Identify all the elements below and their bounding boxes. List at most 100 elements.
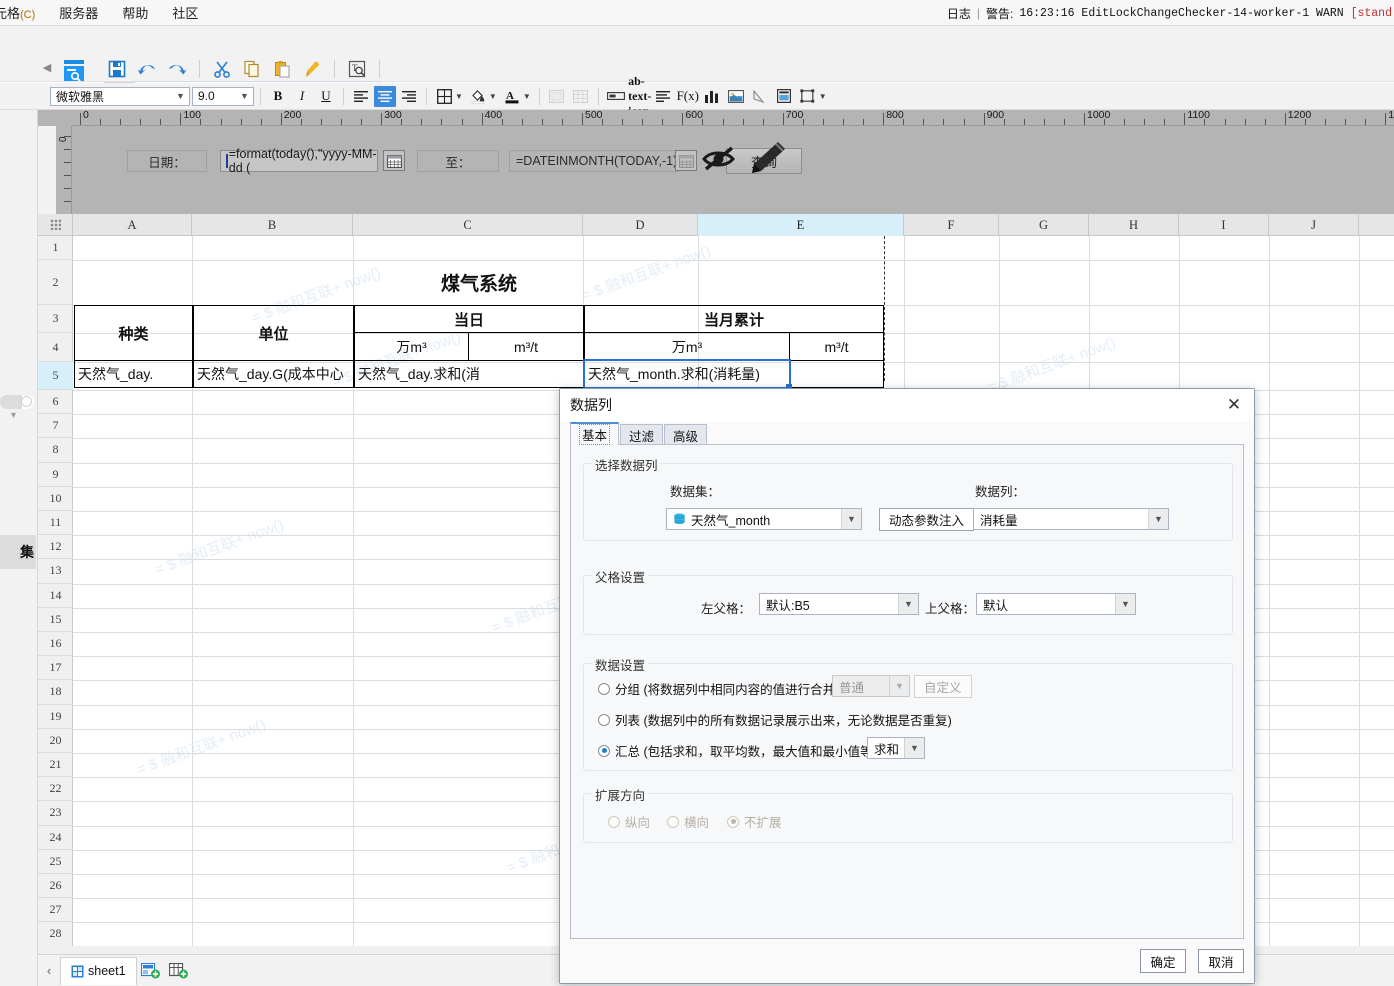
ok-button[interactable]: 确定: [1140, 949, 1186, 973]
menu-item-community[interactable]: 社区: [160, 1, 210, 24]
sidebar-item-dataset[interactable]: 集: [0, 535, 36, 569]
cell-c5[interactable]: 天然气_day.求和(消: [354, 360, 584, 388]
column-header-e[interactable]: E: [698, 214, 904, 236]
menu-item-help[interactable]: 帮助: [110, 1, 160, 24]
widget-button[interactable]: [797, 86, 819, 107]
chevron-down-icon-2[interactable]: ▼: [236, 88, 253, 105]
add-sheet-icon[interactable]: [137, 956, 165, 986]
row-header-17[interactable]: 17: [38, 656, 73, 681]
row-header-3[interactable]: 3: [38, 305, 73, 333]
left-parent-select[interactable]: 默认:B5 ▼: [759, 593, 919, 615]
chevron-down-icon[interactable]: ▼: [172, 88, 189, 105]
cell-d4-unit[interactable]: m³/t: [468, 332, 584, 361]
row-header-20[interactable]: 20: [38, 729, 73, 753]
column-header-c[interactable]: C: [353, 214, 583, 236]
cell-e4-unit[interactable]: 万m³: [584, 332, 790, 361]
sheet-tab-sheet1[interactable]: sheet1: [60, 956, 137, 985]
radio-list-option[interactable]: 列表 (数据列中的所有数据记录展示出来，无论数据是否重复): [598, 710, 952, 729]
dynamic-param-inject-button[interactable]: 动态参数注入: [879, 508, 975, 531]
line-button[interactable]: [749, 86, 771, 107]
calendar-icon[interactable]: [383, 150, 405, 171]
formula-button[interactable]: F(x): [677, 86, 699, 107]
row-header-9[interactable]: 9: [38, 463, 73, 487]
row-header-28[interactable]: 28: [38, 922, 73, 947]
tab-advanced[interactable]: 高级: [664, 424, 708, 445]
align-left-button[interactable]: [350, 86, 372, 107]
data-column-select[interactable]: 消耗量 ▼: [973, 508, 1169, 530]
cut-icon[interactable]: [209, 56, 235, 82]
row-header-4[interactable]: 4: [38, 333, 73, 362]
row-header-15[interactable]: 15: [38, 608, 73, 632]
dataset-chevron-icon[interactable]: ▼: [841, 509, 861, 529]
column-header-i[interactable]: I: [1179, 214, 1269, 236]
up-parent-select[interactable]: 默认 ▼: [976, 593, 1136, 615]
row-header-19[interactable]: 19: [38, 705, 73, 729]
add-report-icon[interactable]: [165, 956, 193, 986]
row-header-11[interactable]: 11: [38, 511, 73, 536]
tab-filter[interactable]: 过滤: [620, 424, 664, 445]
font-color-dropdown-icon[interactable]: ▼: [523, 92, 531, 101]
date-value-input[interactable]: =format(today(),"yyyy-MM-dd (: [220, 147, 378, 175]
borders-button[interactable]: [433, 86, 455, 107]
font-color-button[interactable]: A: [501, 86, 523, 107]
panel-toggle-slider[interactable]: [0, 395, 34, 409]
row-header-26[interactable]: 26: [38, 874, 73, 899]
cell-c3-today[interactable]: 当日: [354, 305, 584, 333]
row-header-10[interactable]: 10: [38, 487, 73, 511]
end-date-input[interactable]: =DATEINMONTH(TODAY,-1): [509, 150, 679, 172]
cell-a5[interactable]: 天然气_day.: [74, 360, 193, 388]
fill-color-button[interactable]: [467, 86, 489, 107]
dialog-title-bar[interactable]: 数据列 ✕: [560, 389, 1254, 421]
column-header-j[interactable]: J: [1269, 214, 1359, 236]
summary-function-chevron-icon[interactable]: ▼: [904, 738, 924, 758]
ab-text-button[interactable]: ab-text-icon: [628, 74, 651, 118]
column-header-g[interactable]: G: [999, 214, 1089, 236]
radio-group-option[interactable]: 分组 (将数据列中相同内容的值进行合并): [598, 679, 839, 698]
image-button[interactable]: [725, 86, 747, 107]
calendar-icon-2[interactable]: [675, 150, 697, 171]
cell-title[interactable]: 煤气系统: [74, 260, 884, 304]
bold-button[interactable]: B: [267, 86, 289, 107]
row-header-5[interactable]: 5: [38, 362, 73, 390]
panel-toggle-knob[interactable]: [21, 396, 32, 407]
format-painter-icon[interactable]: [299, 56, 325, 82]
paste-icon[interactable]: [269, 56, 295, 82]
row-header-6[interactable]: 6: [38, 390, 73, 415]
left-parent-chevron-icon[interactable]: ▼: [898, 594, 918, 614]
column-header-b[interactable]: B: [192, 214, 353, 236]
align-center-button[interactable]: [374, 85, 396, 107]
radio-list-icon[interactable]: [598, 713, 610, 726]
row-header-14[interactable]: 14: [38, 584, 73, 608]
redo-icon[interactable]: [164, 56, 190, 82]
row-header-18[interactable]: 18: [38, 680, 73, 705]
align-right-button[interactable]: [398, 86, 420, 107]
fill-color-dropdown-icon[interactable]: ▼: [489, 92, 497, 101]
row-header-23[interactable]: 23: [38, 801, 73, 826]
merge-cells-button[interactable]: [546, 86, 568, 107]
row-header-21[interactable]: 21: [38, 753, 73, 778]
split-cells-button[interactable]: [570, 86, 592, 107]
cell-selection-indicator[interactable]: [583, 359, 792, 390]
column-header-k[interactable]: K: [1359, 214, 1394, 236]
close-icon[interactable]: ✕: [1224, 395, 1244, 415]
collapse-ribbon-icon[interactable]: ◀: [42, 60, 52, 76]
tab-basic[interactable]: 基本: [570, 422, 620, 445]
column-header-f[interactable]: F: [904, 214, 999, 236]
row-header-24[interactable]: 24: [38, 826, 73, 850]
row-header-16[interactable]: 16: [38, 632, 73, 657]
cell-b5[interactable]: 天然气_day.G(成本中心: [193, 360, 354, 388]
cell-f5[interactable]: [789, 360, 884, 388]
data-column-dialog[interactable]: 数据列 ✕ 基本 过滤 高级 选择数据列 数据集： 数据列： 天然气_month…: [559, 388, 1255, 984]
report-block-button[interactable]: [773, 86, 795, 107]
scroll-left-icon[interactable]: ‹: [38, 956, 60, 986]
menu-item-cell[interactable]: 元格(C): [0, 1, 47, 24]
cell-b3-unit[interactable]: 单位: [193, 305, 354, 361]
panel-expand-icon[interactable]: ▾: [11, 410, 16, 421]
chart-button[interactable]: [701, 86, 723, 107]
summary-function-select[interactable]: 求和 ▼: [867, 737, 925, 759]
copy-icon[interactable]: [239, 56, 265, 82]
undo-icon[interactable]: [134, 56, 160, 82]
cell-c4-unit[interactable]: 万m³: [354, 332, 469, 361]
menu-item-server[interactable]: 服务器: [47, 1, 110, 24]
row-header-13[interactable]: 13: [38, 559, 73, 584]
